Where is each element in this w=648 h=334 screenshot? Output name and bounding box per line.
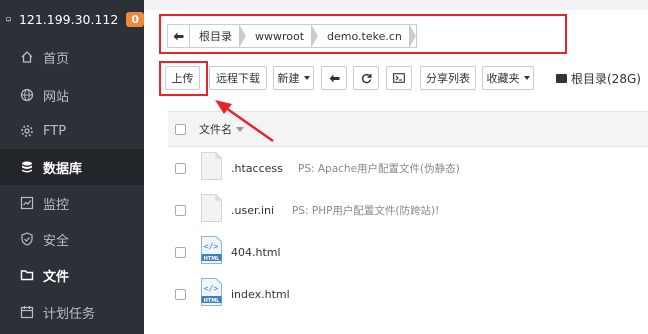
- html-file-icon: </> HTML: [201, 236, 222, 264]
- row-checkbox[interactable]: [175, 288, 186, 300]
- svg-text:</>: </>: [204, 242, 219, 251]
- breadcrumb-root[interactable]: 根目录: [190, 24, 246, 48]
- sidebar-item-files[interactable]: 文件: [0, 257, 144, 293]
- column-filename[interactable]: 文件名: [199, 121, 232, 137]
- globe-icon: [20, 88, 34, 102]
- file-description: PS: PHP用户配置文件(防跨站)!: [292, 204, 440, 217]
- sidebar: 121.199.30.112 0 首页 网站 FTP 数据库 监控 安全 文件 …: [0, 0, 144, 334]
- file-name[interactable]: index.html: [231, 288, 290, 301]
- folder-icon: [20, 268, 34, 282]
- back-dir-button[interactable]: [321, 66, 347, 90]
- monitor-chart-icon: [20, 196, 34, 210]
- breadcrumb: 根目录 wwwroot demo.teke.cn: [167, 24, 417, 48]
- favorites-button[interactable]: 收藏夹: [482, 66, 534, 90]
- sidebar-item-label: 网站: [43, 89, 70, 105]
- hard-drive-icon: [556, 74, 567, 83]
- file-table: 文件名 .htaccess PS: Apache用户配置文件(伪静态) .use…: [168, 111, 648, 306]
- sidebar-item-label: FTP: [43, 123, 67, 139]
- arrow-left-icon: [329, 74, 339, 82]
- sort-caret-icon[interactable]: [236, 126, 244, 132]
- row-checkbox[interactable]: [175, 204, 186, 216]
- file-description: PS: Apache用户配置文件(伪静态): [298, 162, 460, 175]
- sidebar-item-security[interactable]: 安全: [0, 221, 144, 257]
- sidebar-item-database[interactable]: 数据库: [0, 149, 144, 185]
- sidebar-item-website[interactable]: 网站: [0, 77, 144, 113]
- server-ip: 121.199.30.112: [18, 12, 119, 27]
- svg-text:HTML: HTML: [204, 298, 221, 304]
- new-label: 新建: [277, 72, 300, 85]
- svg-text:</>: </>: [204, 284, 219, 293]
- table-row[interactable]: </> HTML 404.html: [168, 231, 648, 273]
- disk-info[interactable]: 根目录(28G): [556, 70, 641, 87]
- monitor-icon: [6, 17, 11, 22]
- sidebar-item-label: 文件: [43, 269, 70, 285]
- sidebar-item-label: 数据库: [43, 161, 83, 177]
- file-name[interactable]: .user.ini: [231, 204, 274, 217]
- remote-download-button[interactable]: 远程下载: [209, 66, 267, 90]
- breadcrumb-site[interactable]: demo.teke.cn: [318, 24, 416, 48]
- sidebar-item-cron[interactable]: 计划任务: [0, 294, 144, 330]
- gear-icon: [20, 124, 34, 138]
- back-button[interactable]: [168, 25, 190, 47]
- sidebar-item-home[interactable]: 首页: [0, 39, 144, 75]
- row-checkbox[interactable]: [175, 246, 186, 258]
- upload-highlight: [159, 61, 208, 96]
- sidebar-item-label: 监控: [43, 197, 70, 213]
- favorites-label: 收藏夹: [486, 72, 520, 85]
- table-row[interactable]: .user.ini PS: PHP用户配置文件(防跨站)!: [168, 189, 648, 231]
- refresh-button[interactable]: [353, 66, 379, 90]
- table-row[interactable]: </> HTML index.html: [168, 273, 648, 315]
- terminal-icon: [393, 73, 405, 83]
- arrow-left-icon: [173, 32, 184, 40]
- notification-badge[interactable]: 0: [126, 12, 144, 27]
- server-header: 121.199.30.112 0: [0, 0, 144, 39]
- html-file-icon: </> HTML: [201, 278, 222, 306]
- sidebar-item-monitor[interactable]: 监控: [0, 185, 144, 221]
- file-icon: [201, 194, 222, 222]
- new-button[interactable]: 新建: [273, 66, 314, 90]
- sidebar-item-label: 首页: [43, 51, 70, 67]
- breadcrumb-highlight: 根目录 wwwroot demo.teke.cn: [159, 14, 567, 54]
- sidebar-item-ftp[interactable]: FTP: [0, 113, 144, 149]
- terminal-button[interactable]: [386, 66, 412, 90]
- table-row[interactable]: .htaccess PS: Apache用户配置文件(伪静态): [168, 147, 648, 189]
- select-all-checkbox[interactable]: [175, 123, 186, 135]
- breadcrumb-wwwroot[interactable]: wwwroot: [246, 24, 319, 48]
- disk-label: 根目录(28G): [571, 72, 641, 86]
- file-icon: [201, 152, 222, 180]
- file-manager-panel: 根目录 wwwroot demo.teke.cn 上传 远程下载 新建 分享列表…: [144, 0, 648, 334]
- sidebar-item-label: 安全: [43, 233, 70, 249]
- caret-down-icon: [303, 76, 310, 80]
- share-list-button[interactable]: 分享列表: [420, 66, 476, 90]
- sidebar-item-label: 计划任务: [43, 306, 96, 322]
- caret-down-icon: [523, 76, 530, 80]
- table-header: 文件名: [168, 111, 648, 147]
- row-checkbox[interactable]: [175, 162, 186, 174]
- calendar-icon: [20, 305, 34, 319]
- database-icon: [20, 160, 34, 174]
- shield-icon: [20, 232, 34, 246]
- refresh-icon: [361, 73, 371, 83]
- svg-text:HTML: HTML: [204, 256, 221, 262]
- home-icon: [20, 50, 34, 64]
- file-name[interactable]: 404.html: [231, 246, 281, 259]
- file-name[interactable]: .htaccess: [231, 162, 283, 175]
